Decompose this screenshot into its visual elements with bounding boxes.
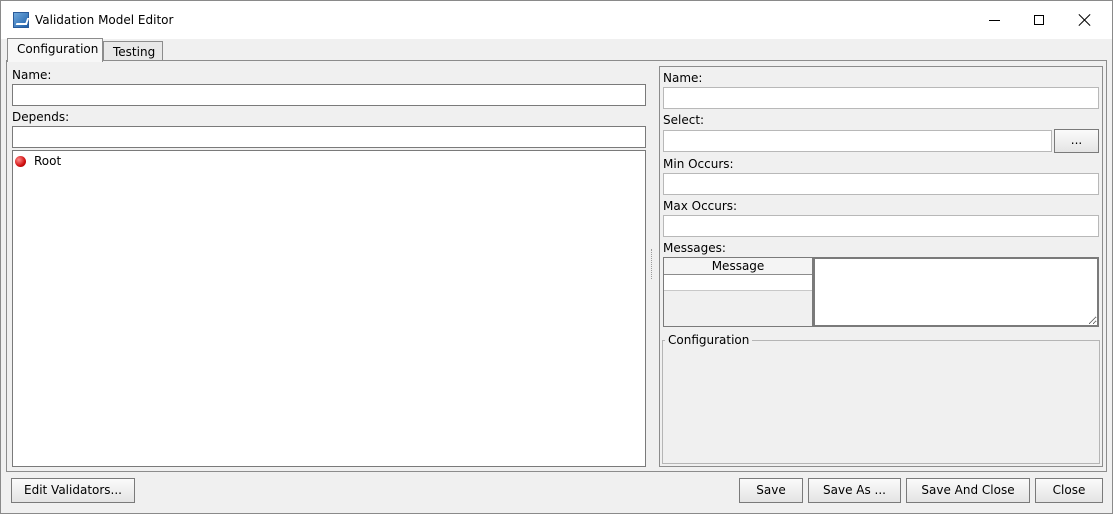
- validator-name-input[interactable]: [663, 87, 1099, 109]
- tree-node-root[interactable]: Root: [15, 153, 61, 169]
- messages-label: Messages:: [663, 241, 726, 255]
- depends-input[interactable]: [12, 126, 646, 148]
- title-bar[interactable]: Validation Model Editor: [1, 1, 1112, 39]
- messages-table[interactable]: Message: [663, 257, 813, 327]
- min-occurs-label: Min Occurs:: [663, 157, 734, 171]
- split-pane-divider[interactable]: [651, 249, 653, 279]
- maximize-button[interactable]: [1016, 1, 1062, 39]
- save-button[interactable]: Save: [739, 478, 803, 503]
- min-occurs-input[interactable]: [663, 173, 1099, 195]
- table-row[interactable]: [664, 275, 812, 291]
- tree-node-label: Root: [34, 154, 62, 168]
- max-occurs-label: Max Occurs:: [663, 199, 738, 213]
- browse-button[interactable]: ...: [1054, 129, 1099, 153]
- configuration-group: [662, 340, 1100, 464]
- minimize-icon: [988, 19, 1000, 21]
- select-label: Select:: [663, 113, 705, 127]
- minimize-button[interactable]: [971, 1, 1017, 39]
- save-and-close-button[interactable]: Save And Close: [906, 478, 1030, 503]
- configuration-group-title: Configuration: [665, 333, 753, 347]
- tab-configuration[interactable]: Configuration: [7, 38, 103, 62]
- close-icon: [1079, 14, 1091, 26]
- app-icon: [13, 12, 29, 28]
- close-button[interactable]: Close: [1035, 478, 1103, 503]
- validator-tree[interactable]: Root: [12, 150, 646, 467]
- message-text-area[interactable]: [813, 257, 1099, 327]
- red-dot-icon: [15, 155, 26, 167]
- validator-name-label: Name:: [663, 71, 703, 85]
- validation-model-editor-window: Validation Model Editor Configuration Te…: [0, 0, 1113, 514]
- name-label: Name:: [12, 68, 52, 82]
- depends-label: Depends:: [12, 110, 70, 124]
- edit-validators-button[interactable]: Edit Validators...: [11, 478, 135, 503]
- close-window-button[interactable]: [1062, 1, 1108, 39]
- window-title: Validation Model Editor: [35, 13, 174, 27]
- select-input[interactable]: [663, 130, 1052, 152]
- message-column-header[interactable]: Message: [664, 258, 812, 275]
- max-occurs-input[interactable]: [663, 215, 1099, 237]
- maximize-icon: [1034, 15, 1044, 25]
- name-input[interactable]: [12, 84, 646, 106]
- save-as-button[interactable]: Save As ...: [808, 478, 901, 503]
